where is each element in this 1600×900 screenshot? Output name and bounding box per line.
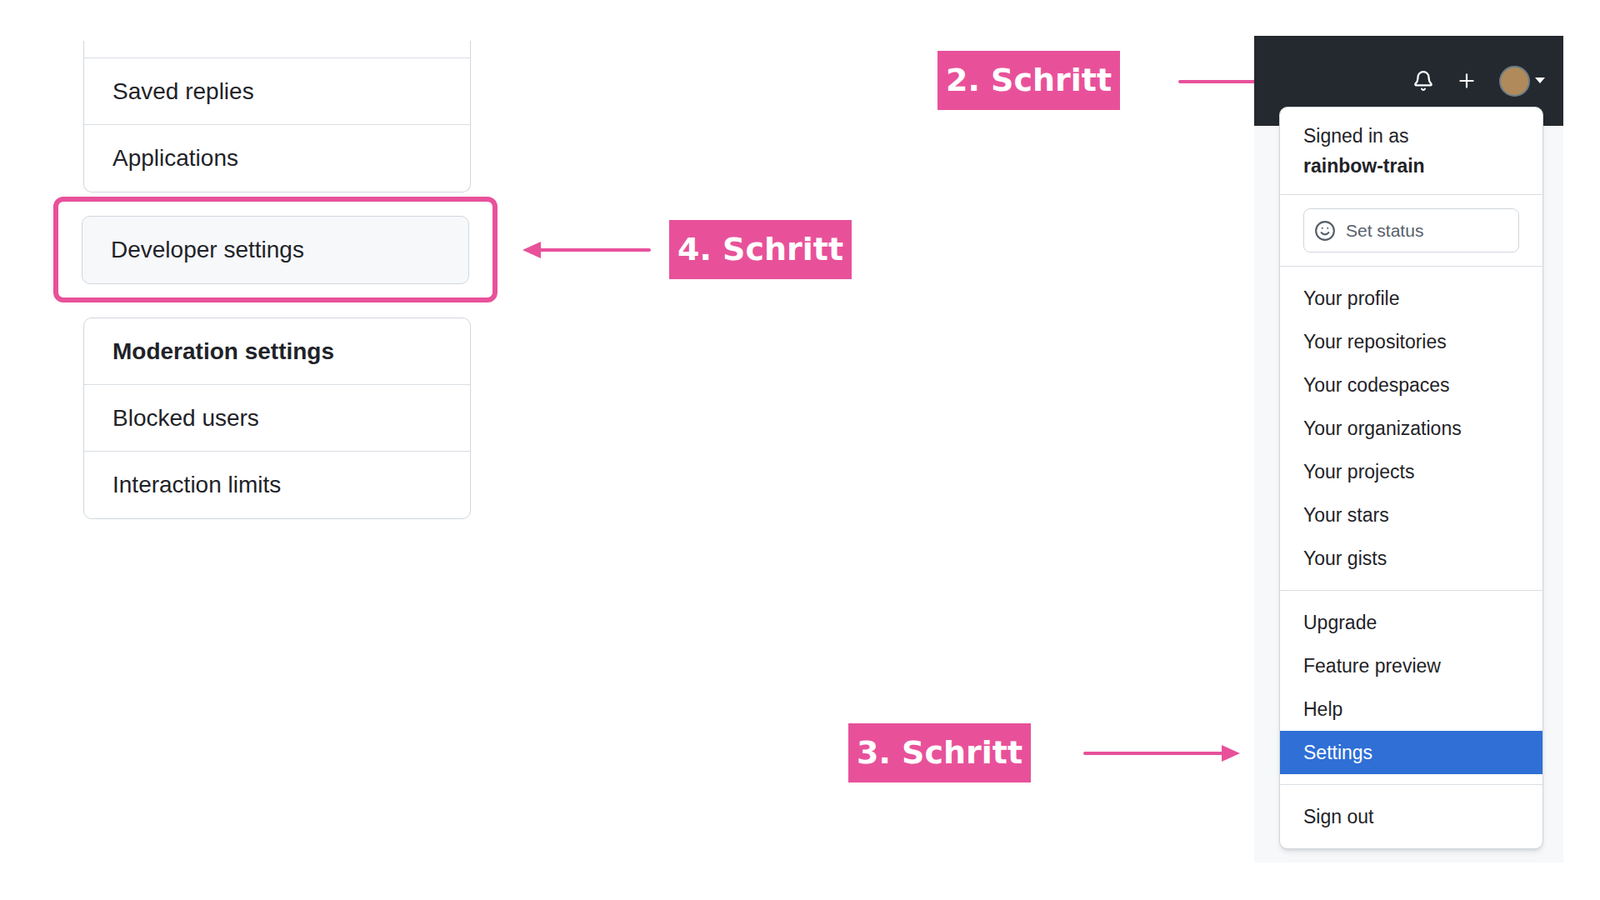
annotation-arrow-icon (1083, 743, 1240, 764)
plus-icon[interactable] (1455, 70, 1478, 92)
menu-item[interactable]: Your gists (1280, 536, 1543, 580)
sidebar-item[interactable]: Blocked users (84, 385, 470, 452)
sidebar-group: Saved repliesApplications (83, 40, 471, 193)
signed-in-label: Signed in as (1303, 120, 1520, 151)
menu-item[interactable]: Your organizations (1280, 406, 1543, 450)
menu-item[interactable]: Help (1280, 687, 1543, 731)
menu-item[interactable]: Sign out (1280, 795, 1543, 839)
sidebar-item[interactable]: Interaction limits (84, 451, 470, 519)
sidebar-heading: Moderation settings (84, 318, 470, 385)
username: rainbow-train (1303, 150, 1520, 181)
annotation-arrow-icon (522, 240, 651, 260)
step-label: 2. Schritt (937, 50, 1120, 110)
caret-down-icon[interactable] (1535, 77, 1545, 85)
menu-item[interactable]: Your codespaces (1280, 363, 1543, 407)
developer-settings-highlight: Developer settings (53, 196, 498, 303)
step-label: 4. Schritt (669, 220, 852, 280)
menu-item[interactable]: Feature preview (1280, 644, 1543, 688)
menu-item[interactable]: Upgrade (1280, 600, 1543, 645)
smiley-icon (1314, 220, 1336, 242)
sidebar-group: Moderation settingsBlocked usersInteract… (83, 317, 471, 520)
menu-item[interactable]: Settings (1280, 730, 1543, 775)
bell-icon[interactable] (1412, 70, 1435, 92)
avatar[interactable] (1499, 65, 1530, 97)
step-label: 3. Schritt (848, 723, 1031, 783)
developer-settings-item[interactable]: Developer settings (81, 215, 470, 285)
user-dropdown-menu: Signed in asrainbow-train Set status Your … (1279, 106, 1544, 850)
set-status-button[interactable]: Set status (1303, 208, 1520, 253)
sidebar-item[interactable]: Applications (84, 125, 470, 192)
menu-item[interactable]: Your repositories (1280, 320, 1543, 364)
tutorial-screen: Saved repliesApplications Developer setti… (0, 0, 1600, 900)
menu-item[interactable]: Your profile (1280, 276, 1543, 320)
sidebar-item[interactable]: Saved replies (84, 58, 470, 125)
menu-item[interactable]: Your projects (1280, 450, 1543, 494)
menu-item[interactable]: Your stars (1280, 493, 1543, 537)
